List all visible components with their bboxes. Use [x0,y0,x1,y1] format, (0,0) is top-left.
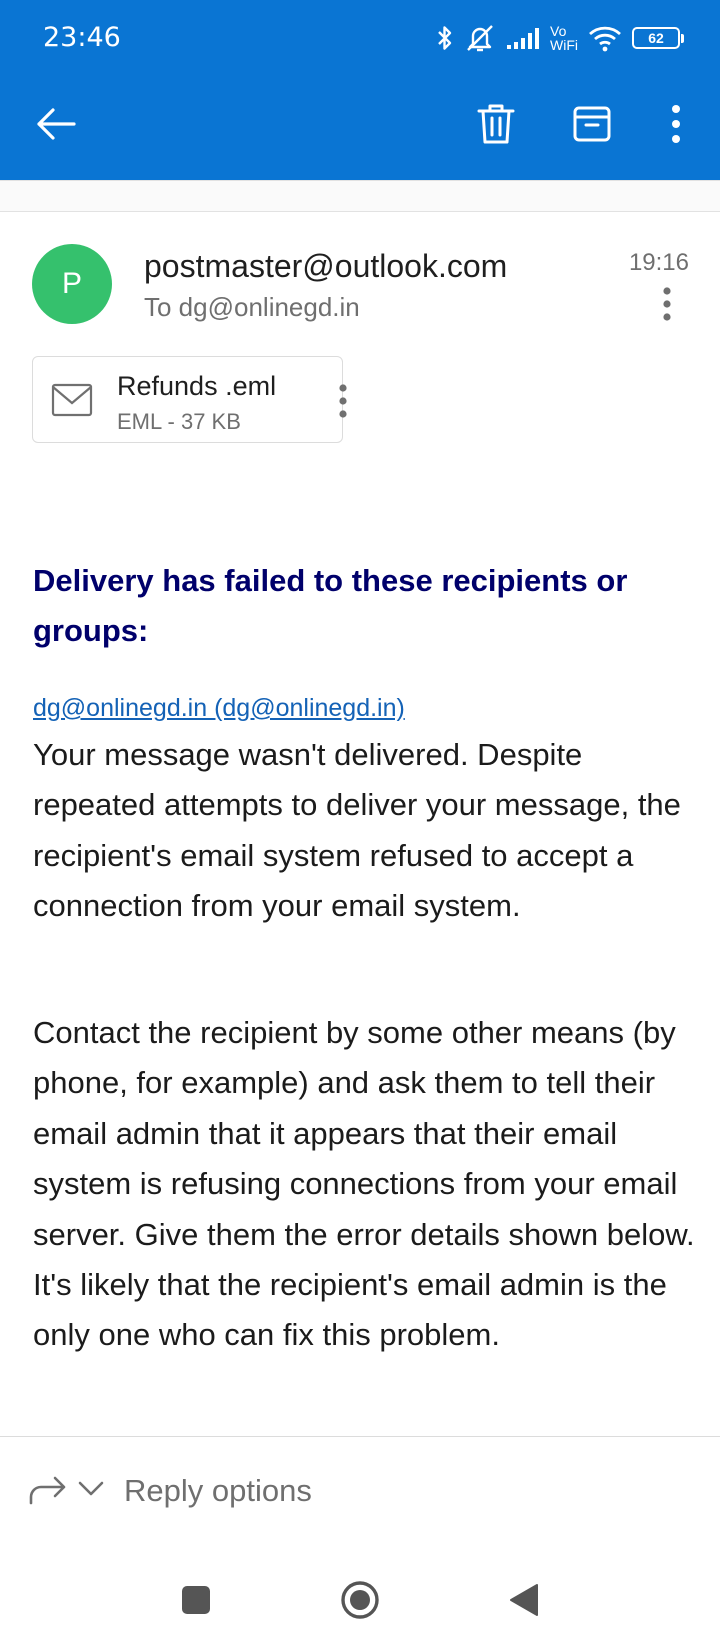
sender-address[interactable]: postmaster@outlook.com [144,248,507,285]
forward-arrow-icon [29,1476,66,1505]
more-options-button[interactable] [646,94,706,154]
message-time: 19:16 [628,249,689,276]
attachment-more-button[interactable] [325,379,361,423]
silent-bell-icon [467,25,493,52]
attachment-name: Refunds .eml [117,371,277,401]
reply-options-bar[interactable]: Reply options [0,1436,720,1554]
reply-options-label: Reply options [124,1473,312,1508]
signal-icon [507,28,539,49]
sender-avatar[interactable]: P [32,244,112,324]
recipient-line: To dg@onlinegd.in [144,292,360,322]
home-button[interactable] [336,1576,384,1624]
avatar-initial: P [61,267,82,300]
thread-divider [0,180,720,212]
archive-button[interactable] [562,94,622,154]
recents-button[interactable] [172,1576,220,1624]
battery-level: 62 [648,30,664,46]
back-button[interactable] [26,94,86,154]
system-nav-bar [0,1554,720,1640]
status-icons: Vo WiFi 62 [436,20,684,56]
square-icon [182,1586,210,1614]
more-vertical-icon [663,287,671,321]
delivery-failed-heading: Delivery has failed to these recipients … [33,563,628,648]
more-vertical-icon [339,384,347,418]
triangle-back-icon [510,1584,538,1616]
trash-icon [477,104,515,144]
app-bar: 23:46 Vo WiFi 62 [0,0,720,180]
body-paragraph-1: Your message wasn't delivered. Despite r… [33,737,681,924]
vowifi-top: Vo [550,23,567,39]
mail-envelope-icon [51,383,93,417]
chevron-down-icon [78,1481,104,1496]
message-more-button[interactable] [652,284,682,324]
delete-button[interactable] [466,94,526,154]
wifi-icon [589,26,621,52]
bluetooth-icon [438,26,452,50]
battery-indicator: 62 [632,27,684,49]
archive-icon [573,106,611,142]
more-vertical-icon [672,105,680,143]
attachment-meta: EML - 37 KB [117,409,241,434]
system-back-button[interactable] [500,1576,548,1624]
status-time: 23:46 [43,22,121,53]
vowifi-label: Vo WiFi [550,24,578,52]
home-circle-icon [341,1581,379,1619]
attachment-card[interactable]: Refunds .eml EML - 37 KB [32,356,347,443]
arrow-left-icon [37,108,76,140]
body-paragraph-2: Contact the recipient by some other mean… [33,1015,695,1353]
vowifi-bottom: WiFi [550,37,578,53]
recipient-link[interactable]: dg@onlinegd.in (dg@onlinegd.in) [33,694,405,723]
